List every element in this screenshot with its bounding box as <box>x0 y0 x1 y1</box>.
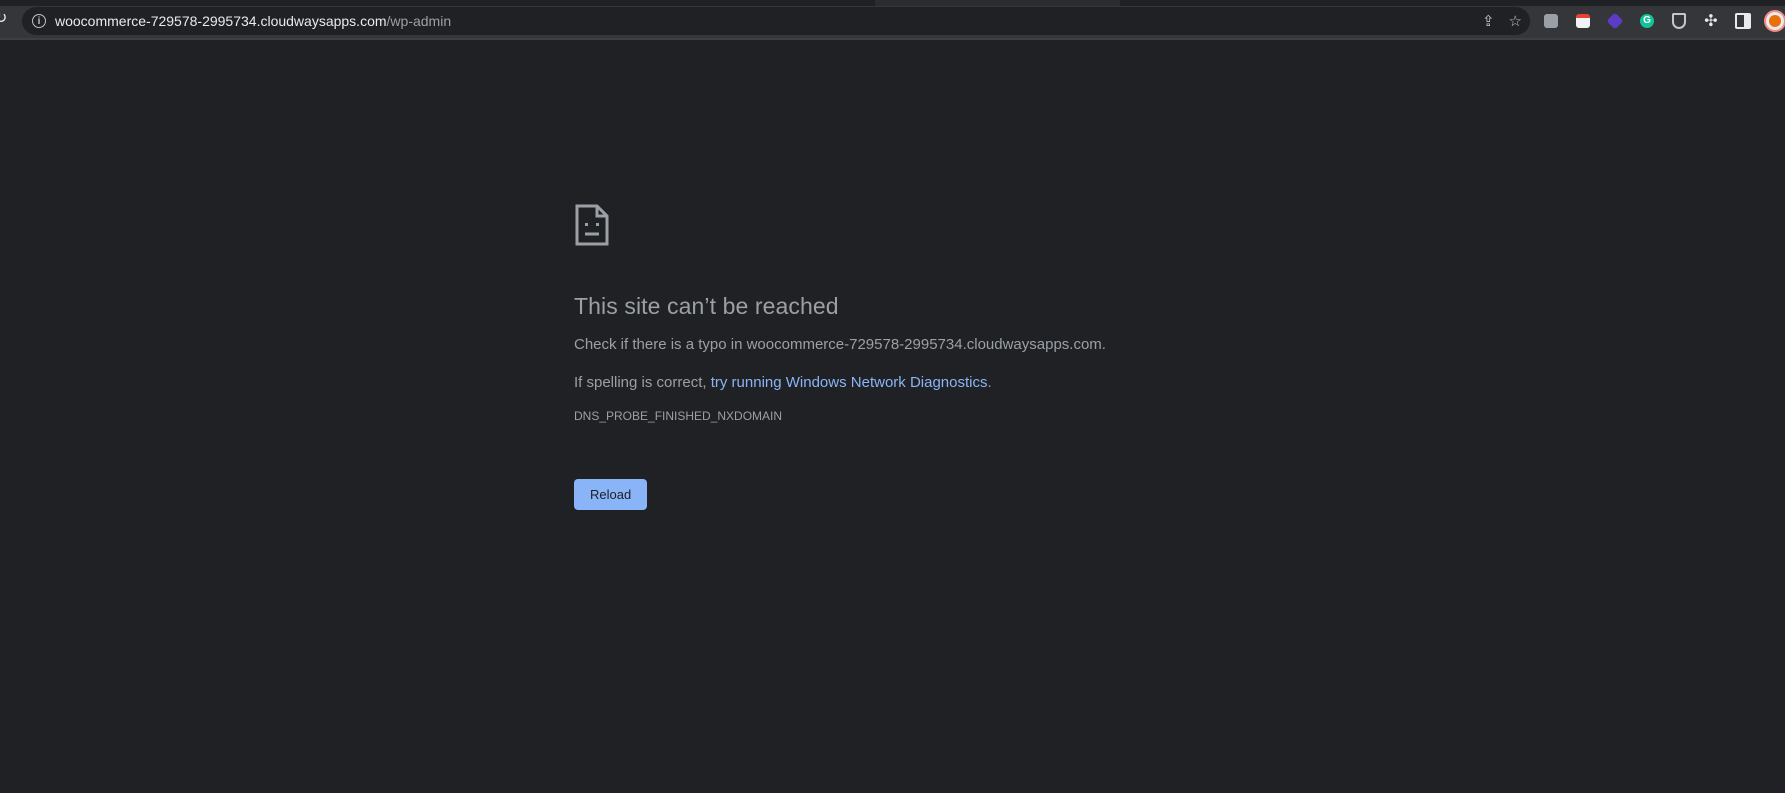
star-icon[interactable]: ☆ <box>1509 12 1522 30</box>
diagnostics-hint: If spelling is correct, try running Wind… <box>574 374 1214 391</box>
error-page: This site can’t be reached Check if ther… <box>574 203 1214 510</box>
tab-segment[interactable] <box>0 0 875 6</box>
toolbar-divider <box>0 38 1785 40</box>
typo-suffix: . <box>1101 336 1106 353</box>
camera-icon[interactable] <box>1540 10 1562 32</box>
typo-prefix: Check if there is a typo in <box>574 336 747 353</box>
typo-hint: Check if there is a typo in woocommerce-… <box>574 336 1214 353</box>
grammarly-icon[interactable]: G <box>1636 10 1658 32</box>
url-path: /wp-admin <box>386 13 452 29</box>
typo-host: woocommerce-729578-2995734.cloudwaysapps… <box>746 336 1102 353</box>
omnibox-actions: ⇪ ☆ <box>1482 7 1522 35</box>
layers-icon[interactable] <box>1604 10 1626 32</box>
reload-icon[interactable]: ↻ <box>0 10 12 28</box>
calendar-icon[interactable] <box>1572 10 1594 32</box>
error-title: This site can’t be reached <box>574 293 839 319</box>
diagnostics-link[interactable]: try running Windows Network Diagnostics <box>711 374 988 391</box>
error-code: DNS_PROBE_FINISHED_NXDOMAIN <box>574 409 783 423</box>
shield-icon[interactable] <box>1668 10 1690 32</box>
profile-avatar[interactable] <box>1764 10 1785 32</box>
reload-button[interactable]: Reload <box>574 479 648 510</box>
tab-segment[interactable] <box>1120 0 1785 6</box>
extensions-bar: G ✣ <box>1540 7 1785 35</box>
browser-toolbar: ↻ i woocommerce-729578-2995734.cloudways… <box>0 0 1785 40</box>
tab-strip <box>0 0 1785 6</box>
info-icon[interactable]: i <box>32 14 46 28</box>
url-host: woocommerce-729578-2995734.cloudwaysapps… <box>55 13 387 29</box>
sad-document-icon <box>575 204 609 246</box>
url-text[interactable]: woocommerce-729578-2995734.cloudwaysapps… <box>55 13 451 29</box>
spelling-suffix: . <box>987 374 992 391</box>
side-panel-icon[interactable] <box>1732 10 1754 32</box>
spelling-prefix: If spelling is correct, <box>574 374 711 391</box>
address-bar[interactable]: i woocommerce-729578-2995734.cloudwaysap… <box>22 7 1530 35</box>
puzzle-icon[interactable]: ✣ <box>1700 10 1722 32</box>
share-icon[interactable]: ⇪ <box>1482 12 1495 30</box>
